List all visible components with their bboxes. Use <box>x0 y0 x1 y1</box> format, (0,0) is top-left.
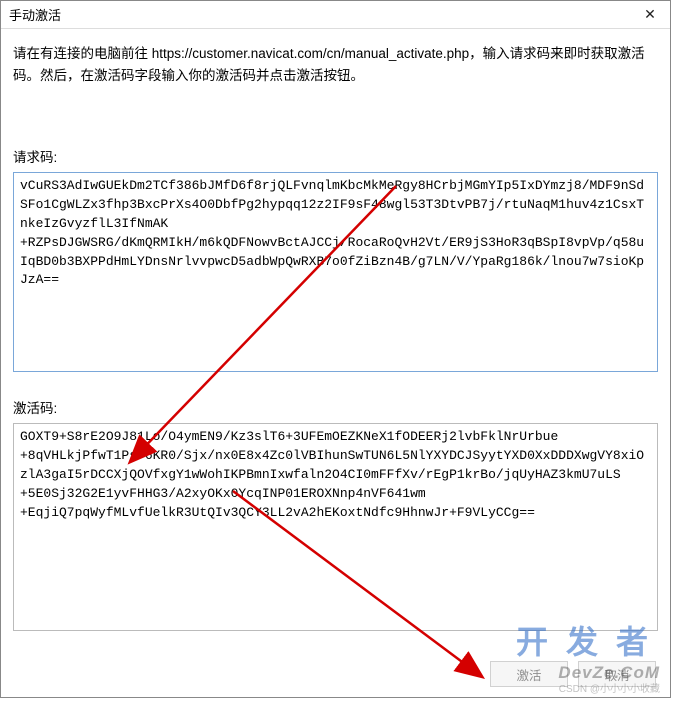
window-title: 手动激活 <box>9 5 61 24</box>
request-code-textarea[interactable] <box>13 172 658 372</box>
close-button[interactable]: ✕ <box>630 1 670 29</box>
dialog-content: 请在有连接的电脑前往 https://customer.navicat.com/… <box>1 29 670 644</box>
cancel-button[interactable]: 取消 <box>578 661 656 687</box>
instructions-text: 请在有连接的电脑前往 https://customer.navicat.com/… <box>13 43 658 86</box>
activation-code-textarea[interactable] <box>13 423 658 631</box>
request-code-label: 请求码: <box>13 146 658 166</box>
activate-button[interactable]: 激活 <box>490 661 568 687</box>
titlebar: 手动激活 ✕ <box>1 1 670 29</box>
button-row: 激活 取消 <box>490 661 656 687</box>
activation-code-label: 激活码: <box>13 397 658 417</box>
dialog-window: 手动激活 ✕ 请在有连接的电脑前往 https://customer.navic… <box>0 0 671 698</box>
close-icon: ✕ <box>644 6 656 23</box>
